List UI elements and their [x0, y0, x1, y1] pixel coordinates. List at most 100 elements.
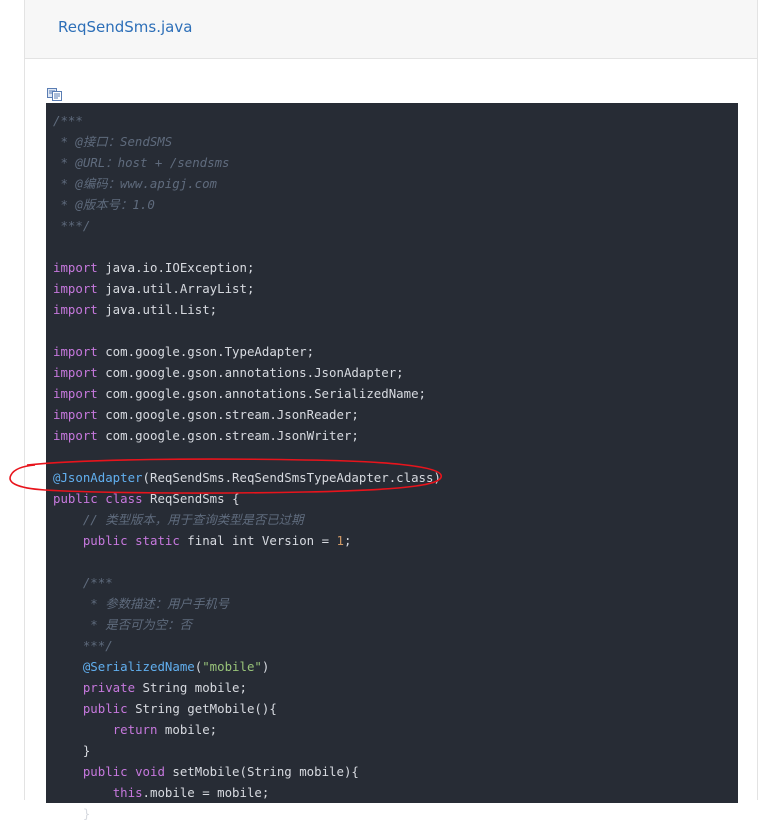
code-line: * @版本号：1.0 [53, 194, 441, 215]
code-line: * 参数描述：用户手机号 [53, 593, 441, 614]
code-line: import com.google.gson.stream.JsonReader… [53, 404, 441, 425]
code-token-kw: private [82, 680, 136, 695]
code-line: * @URL：host + /sendsms [53, 152, 441, 173]
code-token-kw: import [53, 407, 98, 422]
source-code[interactable]: /*** * @接口：SendSMS * @URL：host + /sendsm… [53, 110, 441, 824]
code-line: } [53, 740, 441, 761]
code-token-cmt: ***/ [53, 638, 113, 653]
file-name-link[interactable]: ReqSendSms.java [58, 18, 192, 36]
code-token-kw: return [112, 722, 158, 737]
code-line: this.mobile = mobile; [53, 782, 441, 803]
code-token-kw: import [53, 344, 98, 359]
code-token-plain: .mobile = mobile; [142, 785, 270, 800]
code-token-plain: ReqSendSms { [142, 491, 240, 506]
code-token-cmt: * 参数描述：用户手机号 [53, 596, 230, 611]
code-line: import com.google.gson.TypeAdapter; [53, 341, 441, 362]
code-token-kw: import [53, 302, 98, 317]
code-line: public class ReqSendSms { [53, 488, 441, 509]
code-line: @SerializedName("mobile") [53, 656, 441, 677]
code-line: ***/ [53, 215, 441, 236]
code-token-anno: @JsonAdapter [53, 470, 143, 485]
code-token-plain: final int Version = [179, 533, 337, 548]
code-line: import com.google.gson.annotations.Seria… [53, 383, 441, 404]
code-token-kw: public [82, 533, 128, 548]
code-token-plain: mobile; [157, 722, 218, 737]
code-line: import java.io.IOException; [53, 257, 441, 278]
code-token-kw: import [53, 428, 98, 443]
code-token-num: 1 [336, 533, 344, 548]
code-token-kw: public [53, 491, 98, 506]
code-token-anno: @SerializedName [82, 659, 195, 674]
code-line: ***/ [53, 635, 441, 656]
code-token-cmt: ***/ [53, 218, 91, 233]
code-line: * 是否可为空：否 [53, 614, 441, 635]
code-token-plain: com.google.gson.stream.JsonReader; [97, 407, 359, 422]
code-token-str: "mobile" [202, 659, 262, 674]
code-token-kw: static [135, 533, 180, 548]
code-block[interactable]: /*** * @接口：SendSMS * @URL：host + /sendsm… [46, 103, 738, 821]
code-token-kw: public [82, 701, 128, 716]
code-token-cmt: /*** [53, 575, 113, 590]
code-card: ReqSendSms.java /*** * @接口：SendSMS * @UR… [24, 0, 758, 821]
code-token-kw: import [53, 260, 98, 275]
card-header: ReqSendSms.java [25, 0, 757, 59]
code-token-plain: } [53, 743, 91, 758]
code-line: * @接口：SendSMS [53, 131, 441, 152]
code-token-plain: com.google.gson.TypeAdapter; [97, 344, 315, 359]
code-token-plain: (ReqSendSms.ReqSendSmsTypeAdapter.class) [142, 470, 441, 485]
code-token-kw: import [53, 386, 98, 401]
code-token-plain: String getMobile(){ [127, 701, 277, 716]
code-line: /*** [53, 110, 441, 131]
code-token-plain: } [53, 806, 91, 821]
code-line: return mobile; [53, 719, 441, 740]
code-token-kw: import [53, 365, 98, 380]
code-token-plain: com.google.gson.annotations.JsonAdapter; [97, 365, 404, 380]
code-line: import java.util.ArrayList; [53, 278, 441, 299]
code-token-plain: setMobile(String mobile){ [164, 764, 359, 779]
code-token-kw: class [105, 491, 143, 506]
code-token-plain: java.util.List; [97, 302, 218, 317]
code-line: // 类型版本，用于查询类型是否已过期 [53, 509, 441, 530]
code-line: import java.util.List; [53, 299, 441, 320]
code-token-kw: public [82, 764, 128, 779]
code-line: @JsonAdapter(ReqSendSms.ReqSendSmsTypeAd… [53, 467, 441, 488]
code-token-cmt: * @版本号：1.0 [53, 197, 155, 212]
code-token-kw: this [112, 785, 143, 800]
code-line: public void setMobile(String mobile){ [53, 761, 441, 782]
code-token-cmt: * @编码：www.apigj.com [53, 176, 217, 191]
code-token-cmt: * @接口：SendSMS [53, 134, 173, 149]
code-token-plain: com.google.gson.stream.JsonWriter; [97, 428, 359, 443]
code-token-kw: void [135, 764, 165, 779]
code-token-plain: com.google.gson.annotations.SerializedNa… [97, 386, 426, 401]
code-line: import com.google.gson.annotations.JsonA… [53, 362, 441, 383]
code-token-cmt: // 类型版本，用于查询类型是否已过期 [53, 512, 304, 527]
code-line: } [53, 803, 441, 824]
code-token-kw: import [53, 281, 98, 296]
code-line: public String getMobile(){ [53, 698, 441, 719]
code-line: private String mobile; [53, 677, 441, 698]
code-token-cmt: * 是否可为空：否 [53, 617, 192, 632]
code-token-cmt: * @URL：host + /sendsms [53, 155, 230, 170]
code-line: import com.google.gson.stream.JsonWriter… [53, 425, 441, 446]
code-token-plain: ) [261, 659, 270, 674]
code-line: /*** [53, 572, 441, 593]
code-token-plain: java.util.ArrayList; [97, 281, 255, 296]
code-line: * @编码：www.apigj.com [53, 173, 441, 194]
code-token-cmt: /*** [53, 113, 83, 128]
code-token-plain: ; [343, 533, 352, 548]
code-token-plain: String mobile; [135, 680, 247, 695]
copy-icon[interactable] [47, 88, 63, 101]
